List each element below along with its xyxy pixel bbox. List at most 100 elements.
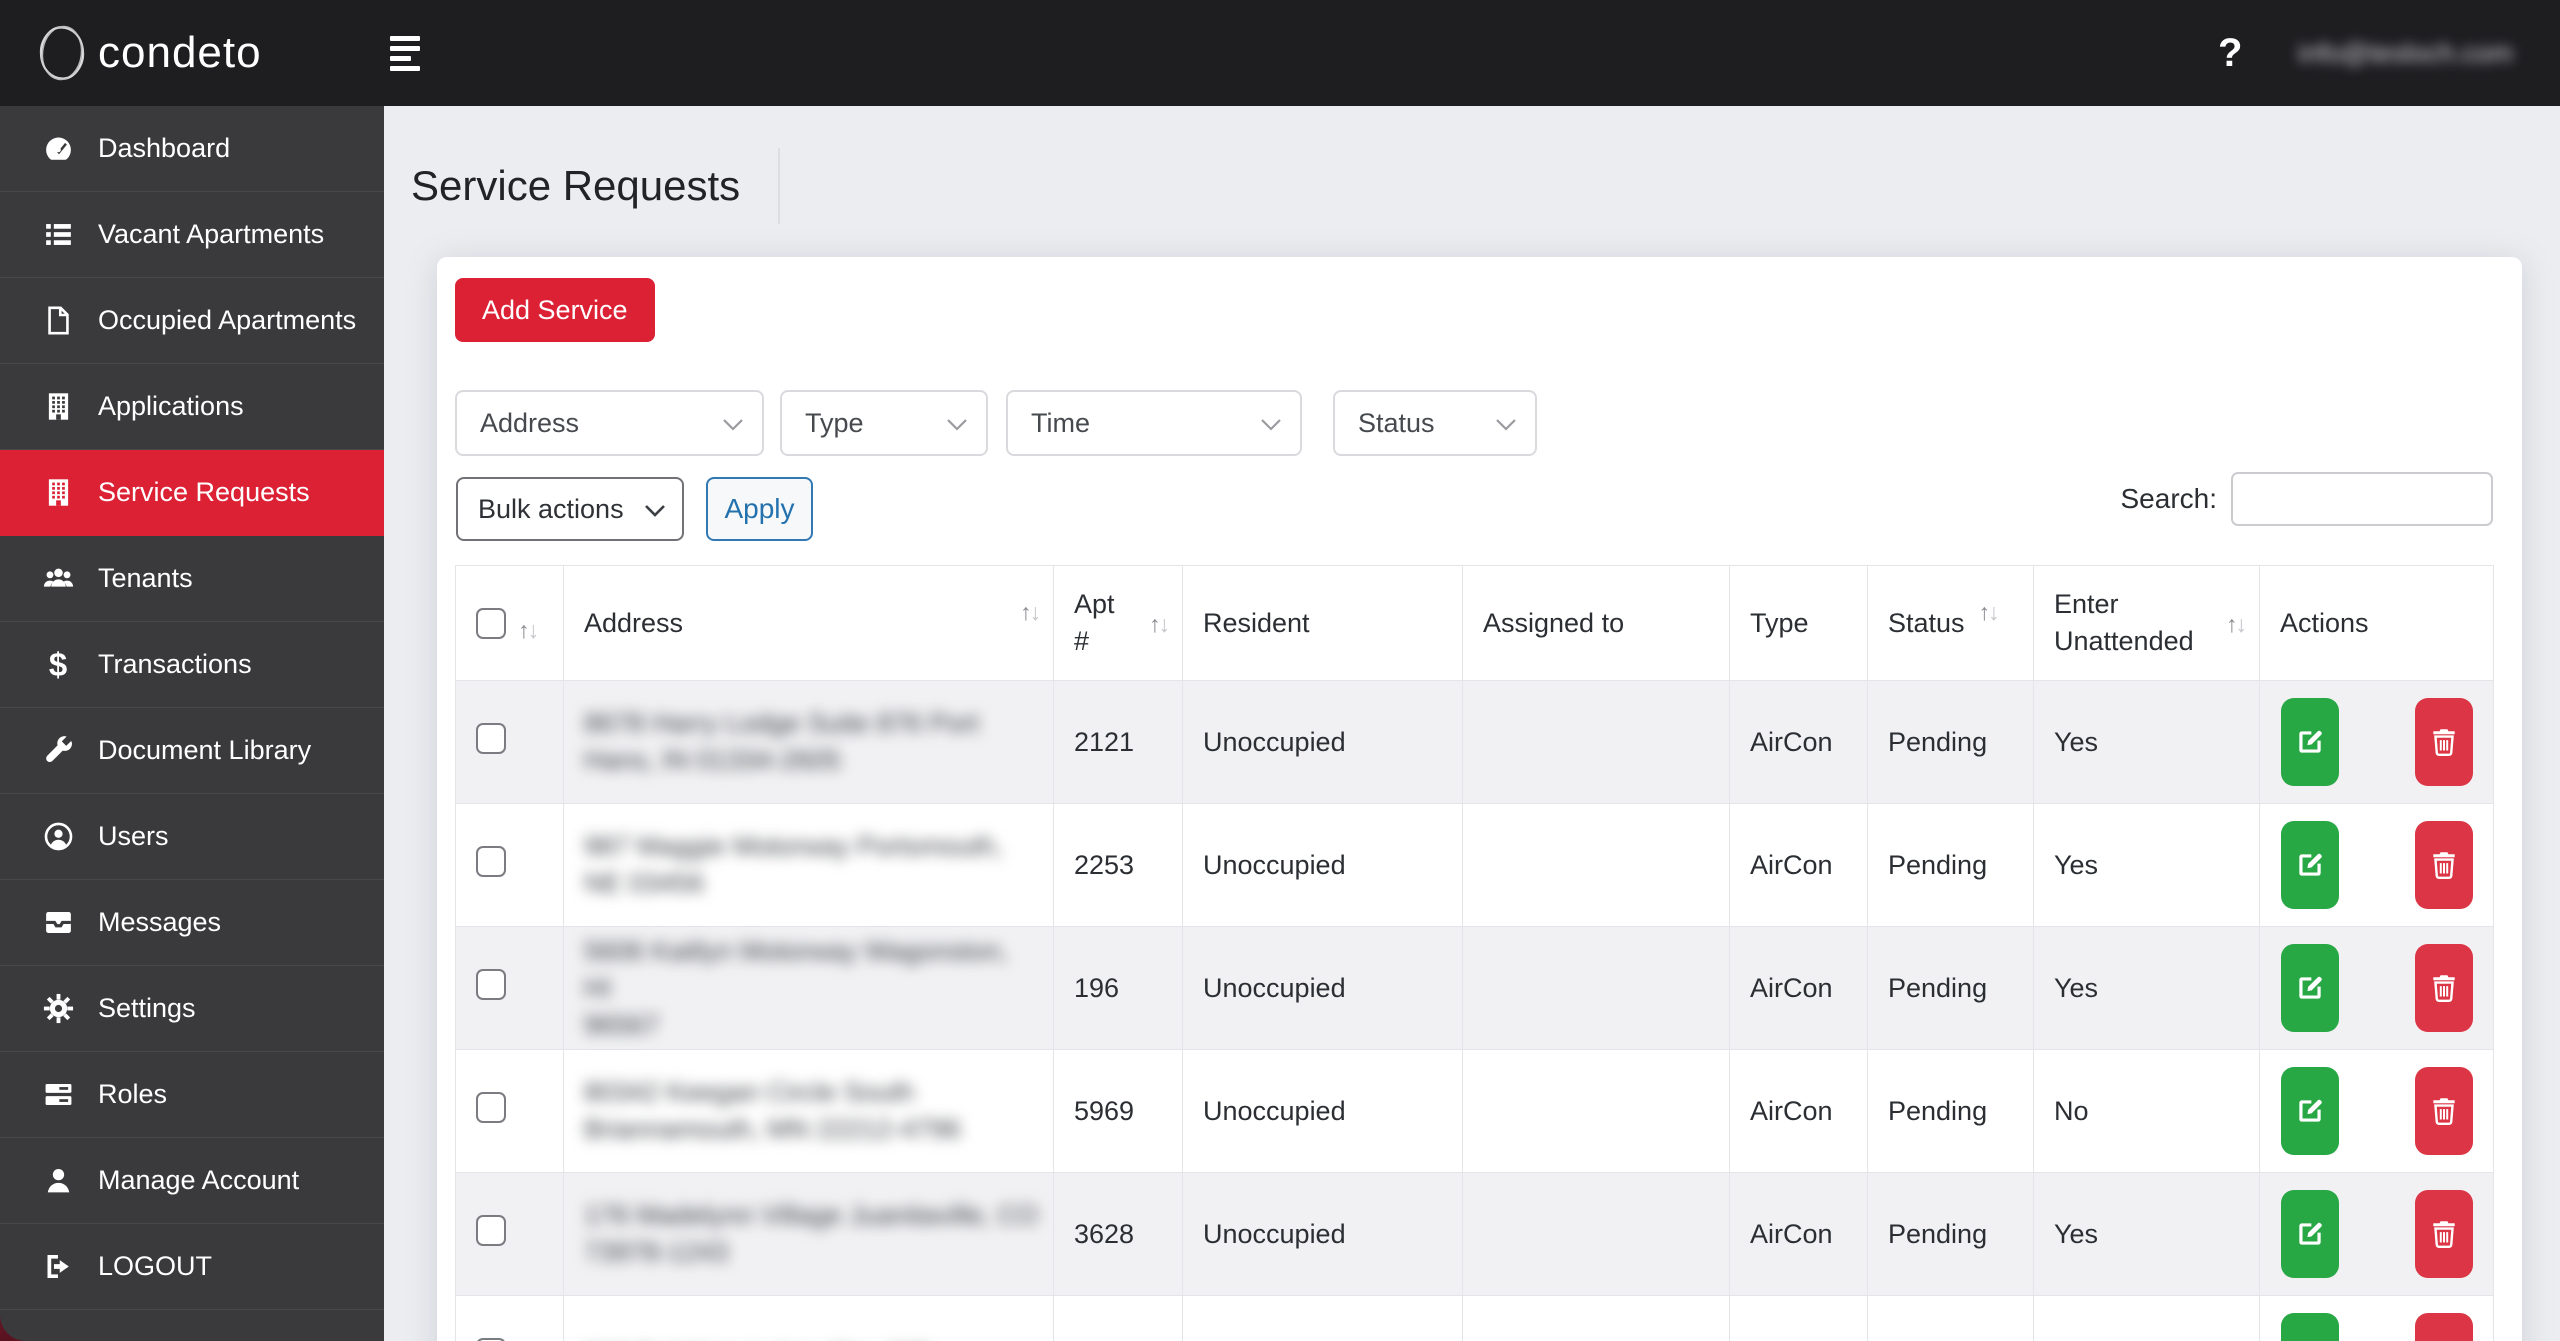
column-header-address[interactable]: Address ↑↓: [563, 565, 1054, 681]
sidebar-item-dashboard[interactable]: Dashboard: [0, 106, 384, 192]
edit-button[interactable]: [2281, 1190, 2339, 1278]
select-all-checkbox[interactable]: [476, 607, 506, 639]
delete-button[interactable]: [2415, 1067, 2473, 1155]
table-row: 176 Madelynn Village Juanitaville, CO 739…: [455, 1172, 2494, 1296]
address-cell-redacted: 987 Maggie Motorway Portsmouth, NE 03456: [584, 831, 1003, 898]
edit-button[interactable]: [2281, 821, 2339, 909]
edit-button[interactable]: [2281, 1067, 2339, 1155]
filter-select-time[interactable]: Time: [1006, 390, 1302, 456]
sidebar-item-messages[interactable]: Messages: [0, 880, 384, 966]
sidebar-toggle-icon[interactable]: [390, 36, 424, 76]
apply-button[interactable]: Apply: [706, 477, 813, 541]
filter-select-status[interactable]: Status: [1333, 390, 1537, 456]
sidebar-item-label: Occupied Apartments: [98, 305, 357, 335]
topbar: condeto ? info@tesloch.com: [0, 0, 2560, 106]
sidebar-item-tenants[interactable]: Tenants: [0, 536, 384, 622]
row-checkbox[interactable]: [476, 846, 506, 877]
enter-unattended-cell: Yes: [2033, 803, 2260, 927]
address-cell-redacted: 5606 Kaitlyn Motorway Wagonston, HI 96567: [584, 935, 1008, 1040]
bulk-actions-select[interactable]: Bulk actions: [456, 477, 684, 541]
row-checkbox[interactable]: [476, 969, 506, 1000]
actions-cell: [2280, 821, 2479, 909]
edit-icon: [2294, 972, 2326, 1004]
sidebar-item-transactions[interactable]: $ Transactions: [0, 622, 384, 708]
sidebar-item-label: Users: [98, 821, 169, 851]
actions-cell: [2280, 1313, 2479, 1341]
sidebar-item-users[interactable]: Users: [0, 794, 384, 880]
column-header-assigned-to: Assigned to: [1462, 565, 1730, 681]
column-header-type: Type: [1729, 565, 1868, 681]
status-cell: [1867, 1295, 2034, 1341]
sidebar-item-roles[interactable]: Roles: [0, 1052, 384, 1138]
delete-button[interactable]: [2415, 1313, 2473, 1341]
inbox-icon: [40, 905, 76, 941]
assigned-to-cell: [1462, 1172, 1730, 1296]
table-row: 5606 Kaitlyn Motorway Wagonston, HI 96567…: [455, 926, 2494, 1050]
file-icon: [40, 303, 76, 339]
column-header-enter-unattended[interactable]: Enter Unattended ↑↓: [2033, 565, 2260, 681]
enter-unattended-cell: Yes: [2033, 1172, 2260, 1296]
delete-button[interactable]: [2415, 944, 2473, 1032]
bulk-actions-row: Bulk actions Apply: [456, 477, 813, 541]
sidebar-item-applications[interactable]: Applications: [0, 364, 384, 450]
gauge-icon: [40, 131, 76, 167]
user-icon: [40, 1163, 76, 1199]
filter-select-address[interactable]: Address: [455, 390, 764, 456]
sort-icon[interactable]: ↑↓: [2226, 611, 2247, 638]
sidebar: Dashboard Vacant Apartments Occupied Apart…: [0, 106, 384, 1341]
sidebar-item-settings[interactable]: Settings: [0, 966, 384, 1052]
column-header-status[interactable]: Status ↑↓: [1867, 565, 2034, 681]
column-header-label: Assigned to: [1483, 607, 1625, 638]
column-header-label: Type: [1750, 607, 1809, 638]
row-checkbox[interactable]: [476, 723, 506, 754]
users-icon: [40, 561, 76, 597]
sort-icon[interactable]: ↑↓: [1979, 599, 2000, 626]
sidebar-item-document-library[interactable]: Document Library: [0, 708, 384, 794]
sort-icon[interactable]: ↑↓: [1020, 599, 1041, 626]
delete-button[interactable]: [2415, 1190, 2473, 1278]
logo-text: condeto: [98, 28, 262, 77]
delete-button[interactable]: [2415, 698, 2473, 786]
edit-button[interactable]: [2281, 944, 2339, 1032]
delete-button[interactable]: [2415, 821, 2473, 909]
filter-select-type[interactable]: Type: [780, 390, 988, 456]
service-requests-card: Add Service Address Type Time Status Bulk a…: [437, 257, 2522, 1341]
sidebar-item-label: Service Requests: [98, 477, 310, 507]
trash-icon: [2428, 849, 2460, 881]
column-header-apt-[interactable]: Apt # ↑↓: [1053, 565, 1183, 681]
sidebar-item-manage-account[interactable]: Manage Account: [0, 1138, 384, 1224]
sidebar-item-vacant-apartments[interactable]: Vacant Apartments: [0, 192, 384, 278]
sort-icon[interactable]: ↑↓: [1149, 611, 1170, 638]
edit-button[interactable]: [2281, 1313, 2339, 1341]
search-input[interactable]: [2231, 472, 2493, 526]
search-wrap: Search:: [2121, 472, 2493, 526]
status-cell: Pending: [1867, 1172, 2034, 1296]
sort-icon[interactable]: ↑↓: [518, 617, 539, 644]
sidebar-item-logout[interactable]: LOGOUT: [0, 1224, 384, 1310]
apt-cell: 5969: [1053, 1049, 1183, 1173]
sidebar-item-occupied-apartments[interactable]: Occupied Apartments: [0, 278, 384, 364]
assigned-to-cell: [1462, 1049, 1730, 1173]
edit-icon: [2294, 1095, 2326, 1127]
apt-cell: 2121: [1053, 680, 1183, 804]
address-cell-redacted: 8678 Harry Lodge Suite 876 Port Hans, IN …: [584, 708, 979, 775]
user-email[interactable]: info@tesloch.com: [2298, 0, 2513, 106]
trash-icon: [2428, 1218, 2460, 1250]
row-checkbox[interactable]: [476, 1215, 506, 1246]
logo-circle-icon: [39, 25, 85, 81]
type-cell: AirCon: [1729, 1049, 1868, 1173]
status-cell: Pending: [1867, 803, 2034, 927]
help-icon[interactable]: ?: [2218, 0, 2242, 106]
edit-icon: [2294, 849, 2326, 881]
row-checkbox[interactable]: [476, 1092, 506, 1123]
enter-unattended-cell: [2033, 1295, 2260, 1341]
sidebar-item-service-requests[interactable]: Service Requests: [0, 450, 384, 536]
edit-button[interactable]: [2281, 698, 2339, 786]
add-service-button[interactable]: Add Service: [455, 278, 655, 342]
column-header-select[interactable]: ↑↓: [455, 565, 564, 681]
assigned-to-cell: [1462, 1295, 1730, 1341]
app-logo[interactable]: condeto: [34, 22, 262, 84]
chevron-down-icon: [644, 494, 666, 525]
column-header-actions: Actions: [2259, 565, 2494, 681]
type-cell: AirCon: [1729, 680, 1868, 804]
